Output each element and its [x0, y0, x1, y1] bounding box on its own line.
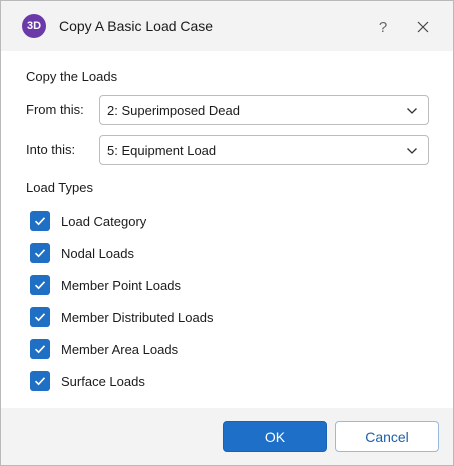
checkmark-icon [34, 345, 46, 354]
chevron-down-icon [407, 108, 417, 114]
copy-loads-heading: Copy the Loads [26, 69, 118, 84]
load-category-checkbox[interactable] [30, 211, 50, 231]
checkmark-icon [34, 217, 46, 226]
into-select-value: 5: Equipment Load [107, 143, 217, 158]
app-logo-icon: 3D [22, 14, 46, 38]
nodal-loads-checkbox[interactable] [30, 243, 50, 263]
load-types-heading: Load Types [26, 180, 93, 195]
member-point-loads-checkbox-row[interactable]: Member Point Loads [30, 275, 330, 295]
chevron-down-icon [407, 148, 417, 154]
app-logo-text: 3D [26, 20, 42, 32]
surface-loads-label: Surface Loads [61, 374, 145, 389]
cancel-button[interactable]: Cancel [335, 421, 439, 452]
member-area-loads-checkbox[interactable] [30, 339, 50, 359]
member-distributed-loads-checkbox-row[interactable]: Member Distributed Loads [30, 307, 330, 327]
copy-load-case-dialog: 3D Copy A Basic Load Case ? Copy the Loa… [0, 0, 454, 466]
member-point-loads-label: Member Point Loads [61, 278, 181, 293]
load-category-label: Load Category [61, 214, 147, 229]
into-label: Into this: [26, 142, 76, 157]
member-distributed-loads-checkbox[interactable] [30, 307, 50, 327]
into-load-case-select[interactable]: 5: Equipment Load [99, 135, 429, 165]
help-button[interactable]: ? [371, 15, 395, 39]
load-category-checkbox-row[interactable]: Load Category [30, 211, 330, 231]
checkmark-icon [34, 281, 46, 290]
dialog-content: Copy the Loads From this: 2: Superimpose… [1, 51, 453, 408]
nodal-loads-checkbox-row[interactable]: Nodal Loads [30, 243, 330, 263]
member-area-loads-label: Member Area Loads [61, 342, 179, 357]
dialog-title: Copy A Basic Load Case [59, 18, 214, 34]
member-distributed-loads-label: Member Distributed Loads [61, 310, 214, 325]
help-icon: ? [378, 18, 388, 36]
dialog-footer: OK Cancel [1, 408, 453, 465]
checkmark-icon [34, 249, 46, 258]
checkmark-icon [34, 377, 46, 386]
ok-button[interactable]: OK [223, 421, 327, 452]
close-icon [417, 21, 429, 33]
close-button[interactable] [411, 15, 435, 39]
checkmark-icon [34, 313, 46, 322]
nodal-loads-label: Nodal Loads [61, 246, 134, 261]
title-bar: 3D Copy A Basic Load Case ? [1, 1, 453, 51]
member-area-loads-checkbox-row[interactable]: Member Area Loads [30, 339, 330, 359]
surface-loads-checkbox-row[interactable]: Surface Loads [30, 371, 330, 391]
from-load-case-select[interactable]: 2: Superimposed Dead [99, 95, 429, 125]
from-select-value: 2: Superimposed Dead [107, 103, 240, 118]
member-point-loads-checkbox[interactable] [30, 275, 50, 295]
surface-loads-checkbox[interactable] [30, 371, 50, 391]
from-label: From this: [26, 102, 84, 117]
